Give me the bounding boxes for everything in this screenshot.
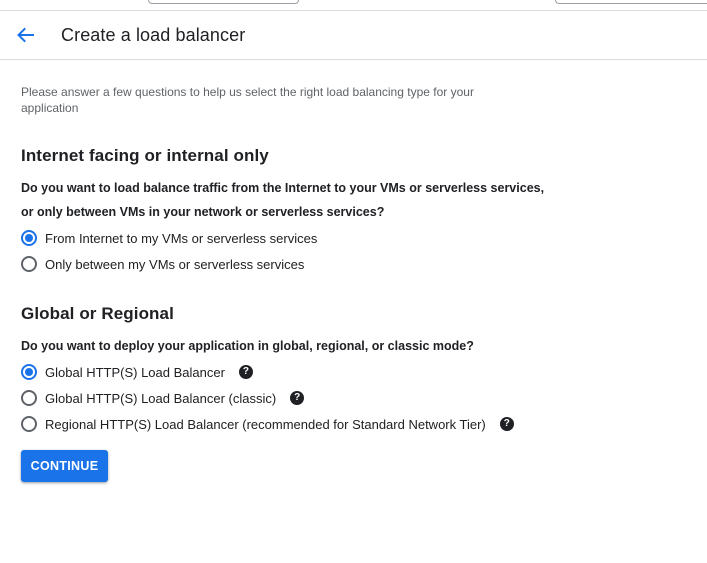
radio-option-regional-lb[interactable]: Regional HTTP(S) Load Balancer (recommen… [21,414,514,434]
radio-label: Global HTTP(S) Load Balancer (classic) [45,390,277,406]
radio-button-selected[interactable] [21,364,37,380]
radio-option-only-between-vms[interactable]: Only between my VMs or serverless servic… [21,254,304,274]
section-title-internet-facing: Internet facing or internal only [21,146,269,165]
question-mode: Do you want to deploy your application i… [21,339,474,353]
radio-button[interactable] [21,416,37,432]
page-title: Create a load balancer [61,25,246,45]
help-icon[interactable]: ? [499,417,514,431]
question-internet-line1: Do you want to load balance traffic from… [21,181,545,195]
radio-button[interactable] [21,256,37,272]
help-icon[interactable]: ? [238,365,253,379]
top-toolbar-strip [0,0,707,11]
section-title-global-regional: Global or Regional [21,304,174,323]
help-icon[interactable]: ? [290,391,305,405]
back-button[interactable] [10,21,40,49]
toolbar-control[interactable] [148,0,299,4]
page-header: Create a load balancer [0,11,707,60]
continue-button[interactable]: CONTINUE [21,450,108,482]
radio-label: Only between my VMs or serverless servic… [45,256,305,272]
radio-option-from-internet[interactable]: From Internet to my VMs or serverless se… [21,228,317,248]
radio-button[interactable] [21,390,37,406]
page: Create a load balancer Please answer a f… [0,0,707,563]
radio-button-selected[interactable] [21,230,37,246]
intro-text: Please answer a few questions to help us… [21,85,474,115]
radio-label: From Internet to my VMs or serverless se… [45,230,318,246]
radio-label: Regional HTTP(S) Load Balancer (recommen… [45,416,486,432]
radio-option-global-lb-classic[interactable]: Global HTTP(S) Load Balancer (classic) ? [21,388,305,408]
radio-label: Global HTTP(S) Load Balancer [45,364,225,380]
question-internet-line2: or only between VMs in your network or s… [21,205,385,219]
radio-option-global-lb[interactable]: Global HTTP(S) Load Balancer ? [21,362,253,382]
arrow-back-icon [17,27,34,43]
toolbar-control[interactable] [555,0,707,4]
